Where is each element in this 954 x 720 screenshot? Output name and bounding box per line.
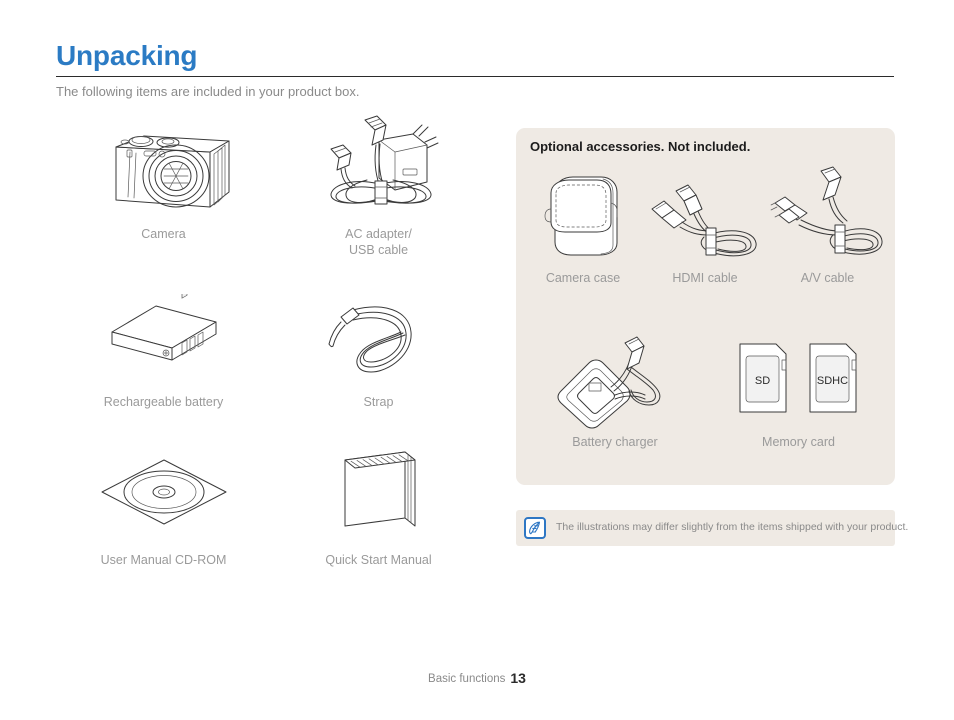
- av-cable-icon: [769, 164, 887, 266]
- optional-item-memory-card: SD SDHC Memory card: [708, 328, 889, 449]
- optional-item-label: Battery charger: [572, 435, 658, 449]
- footer: Basic functions 13: [0, 670, 954, 686]
- optional-item-label: Camera case: [545, 271, 621, 285]
- optional-item-battery-charger: Battery charger: [522, 328, 708, 449]
- included-item-camera: Camera: [56, 112, 271, 258]
- strap-icon: [304, 280, 454, 388]
- included-item-ac-adapter: AC adapter/ USB cable: [271, 112, 486, 258]
- memory-card-icon: SD SDHC: [709, 328, 889, 430]
- included-item-strap: Strap: [271, 280, 486, 410]
- included-items-row-1: Camera AC adapter/ USB cable: [56, 112, 486, 258]
- included-item-cdrom: User Manual CD-ROM: [56, 438, 271, 568]
- optional-accessories-panel: Optional accessories. Not included. Came…: [516, 128, 895, 485]
- note-box: The illustrations may differ slightly fr…: [516, 510, 908, 546]
- included-items-grid: Camera AC adapter/ USB cable Rechargeabl…: [56, 112, 486, 568]
- included-items-row-3: User Manual CD-ROM Quick Start Manual: [56, 438, 486, 568]
- ac-adapter-usb-cable-icon: [304, 112, 454, 220]
- included-item-label: Quick Start Manual: [325, 553, 432, 567]
- optional-row-1: Camera case HDMI cable A/V cable: [522, 164, 889, 285]
- optional-item-av-cable: A/V cable: [766, 164, 889, 285]
- included-item-label: Strap: [363, 395, 394, 409]
- page-title: Unpacking: [56, 40, 198, 71]
- included-item-battery: Rechargeable battery: [56, 280, 271, 410]
- note-text: The illustrations may differ slightly fr…: [556, 521, 909, 533]
- optional-row-2: Battery charger SD SDHC Memory card: [522, 328, 889, 449]
- title-divider: [56, 76, 894, 77]
- optional-item-label: Memory card: [762, 435, 835, 449]
- footer-section: Basic functions: [428, 673, 506, 685]
- sd-card-text: SD: [754, 375, 769, 387]
- camera-icon: [89, 112, 239, 220]
- included-item-label: AC adapter/ USB cable: [345, 227, 412, 257]
- camera-case-icon: [524, 164, 642, 266]
- included-items-row-2: Rechargeable battery Strap: [56, 280, 486, 410]
- footer-page-number: 13: [510, 670, 526, 686]
- optional-item-label: HDMI cable: [672, 271, 738, 285]
- included-item-label: Rechargeable battery: [103, 395, 224, 409]
- sdhc-card-text: SDHC: [816, 375, 847, 387]
- battery-icon: [89, 280, 239, 388]
- page-subtitle: The following items are included in your…: [56, 84, 360, 99]
- optional-item-hdmi-cable: HDMI cable: [644, 164, 766, 285]
- included-item-label: Camera: [141, 227, 186, 241]
- cd-rom-icon: [89, 438, 239, 546]
- note-quill-icon: [524, 517, 546, 539]
- quick-start-manual-icon: [304, 438, 454, 546]
- included-item-label: User Manual CD-ROM: [100, 553, 227, 567]
- optional-accessories-heading: Optional accessories. Not included.: [530, 139, 751, 154]
- battery-charger-icon: [525, 328, 705, 430]
- optional-item-label: A/V cable: [800, 271, 855, 285]
- hdmi-cable-icon: [646, 164, 764, 266]
- included-item-quickstart: Quick Start Manual: [271, 438, 486, 568]
- optional-item-camera-case: Camera case: [522, 164, 644, 285]
